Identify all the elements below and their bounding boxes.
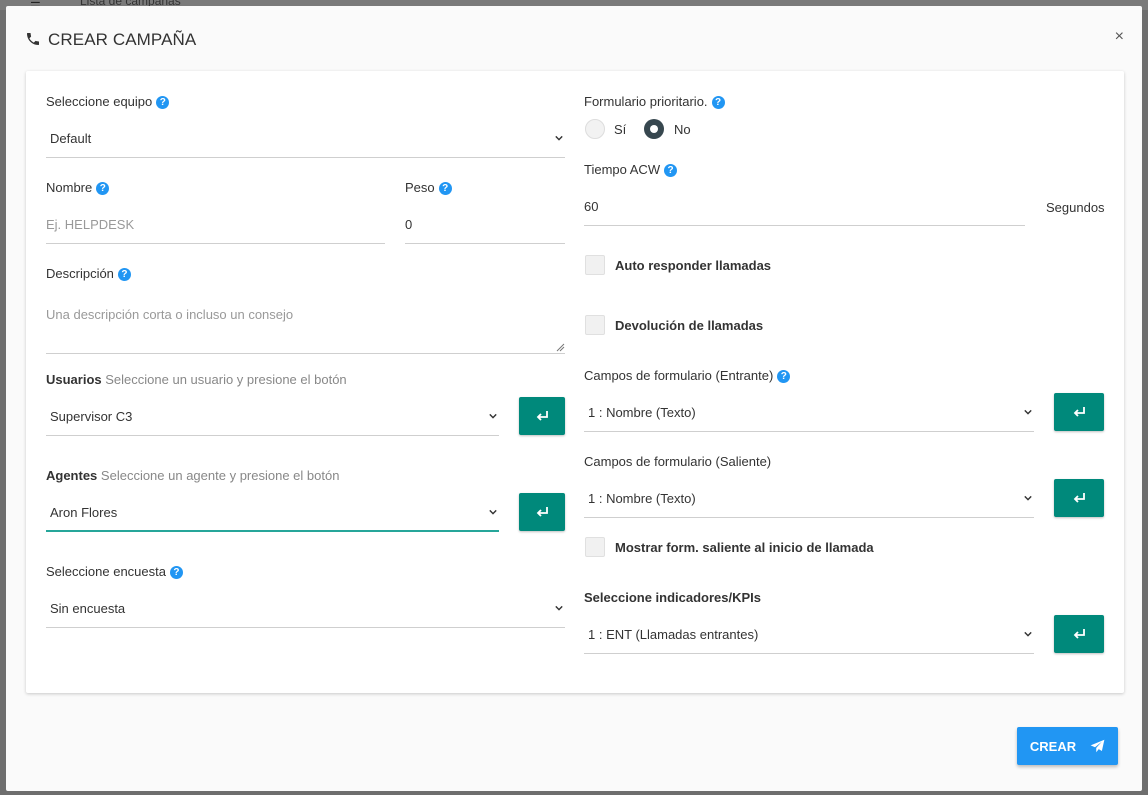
- agents-label: Agentes Seleccione un agente y presione …: [46, 468, 339, 483]
- priority-form-label-text: Formulario prioritario.: [584, 94, 708, 109]
- chevron-down-icon: [1024, 409, 1032, 415]
- description-label: Descripción?: [46, 266, 131, 281]
- kpis-value: 1 : ENT (Llamadas entrantes): [588, 627, 759, 642]
- help-icon[interactable]: ?: [438, 182, 452, 195]
- show-outbound-checkbox[interactable]: [585, 537, 605, 557]
- users-label: Usuarios Seleccione un usuario y presion…: [46, 372, 347, 387]
- auto-answer-checkbox[interactable]: [585, 255, 605, 275]
- weight-value: 0: [405, 217, 413, 232]
- enter-arrow-icon: [1073, 493, 1085, 503]
- survey-label-text: Seleccione encuesta: [46, 564, 166, 579]
- help-icon[interactable]: ?: [664, 164, 678, 177]
- weight-label-text: Peso: [405, 180, 435, 195]
- help-icon[interactable]: ?: [777, 370, 791, 383]
- inbound-fields-value: 1 : Nombre (Texto): [588, 405, 696, 420]
- acw-input[interactable]: 60: [584, 188, 1025, 226]
- acw-label: Tiempo ACW?: [584, 162, 678, 177]
- survey-select[interactable]: Sin encuesta: [46, 590, 565, 628]
- name-label-text: Nombre: [46, 180, 93, 195]
- paper-plane-icon: [1090, 739, 1105, 753]
- radio-yes-label[interactable]: Sí: [614, 122, 626, 137]
- close-button[interactable]: ×: [1115, 28, 1124, 46]
- show-outbound-label[interactable]: Mostrar form. saliente al inicio de llam…: [615, 540, 874, 555]
- agents-select-value: Aron Flores: [50, 505, 118, 520]
- agents-label-text: Agentes: [46, 468, 98, 483]
- resize-handle-icon[interactable]: [556, 343, 565, 352]
- inbound-fields-select[interactable]: 1 : Nombre (Texto): [584, 394, 1034, 432]
- create-campaign-modal: CREAR CAMPAÑA × Seleccione equipo? Defau…: [6, 6, 1142, 791]
- create-button-label: CREAR: [1029, 738, 1077, 754]
- weight-input[interactable]: 0: [405, 206, 565, 244]
- name-placeholder: Ej. HELPDESK: [46, 217, 135, 232]
- help-icon[interactable]: ?: [117, 268, 131, 281]
- chevron-down-icon: [489, 509, 497, 515]
- help-icon[interactable]: ?: [169, 566, 183, 579]
- enter-arrow-icon: [536, 507, 548, 517]
- add-kpi-button[interactable]: [1054, 615, 1104, 653]
- team-label: Seleccione equipo?: [46, 94, 170, 109]
- help-icon[interactable]: ?: [96, 182, 110, 195]
- chevron-down-icon: [1024, 495, 1032, 501]
- description-label-text: Descripción: [46, 266, 114, 281]
- survey-label: Seleccione encuesta?: [46, 564, 183, 579]
- team-select[interactable]: Default: [46, 120, 565, 158]
- description-textarea[interactable]: Una descripción corta o incluso un conse…: [46, 300, 565, 354]
- enter-arrow-icon: [1073, 629, 1085, 639]
- radio-no[interactable]: [644, 119, 664, 139]
- form-card: Seleccione equipo? Default Nombre? Ej. H…: [26, 71, 1124, 693]
- outbound-fields-label: Campos de formulario (Saliente): [584, 454, 771, 469]
- kpis-select[interactable]: 1 : ENT (Llamadas entrantes): [584, 616, 1034, 654]
- enter-arrow-icon: [1073, 407, 1085, 417]
- add-agent-button[interactable]: [519, 493, 565, 531]
- weight-label: Peso?: [405, 180, 452, 195]
- team-select-value: Default: [50, 131, 92, 146]
- inbound-fields-label-text: Campos de formulario (Entrante): [584, 368, 774, 383]
- outbound-fields-select[interactable]: 1 : Nombre (Texto): [584, 480, 1034, 518]
- users-select-value: Supervisor C3: [50, 409, 133, 424]
- outbound-fields-label-text: Campos de formulario (Saliente): [584, 454, 772, 469]
- create-button[interactable]: CREAR: [1017, 727, 1118, 765]
- auto-answer-label[interactable]: Auto responder llamadas: [615, 258, 771, 273]
- add-user-button[interactable]: [519, 397, 565, 435]
- help-icon[interactable]: ?: [711, 96, 725, 109]
- chevron-down-icon: [555, 135, 563, 141]
- add-inbound-field-button[interactable]: [1054, 393, 1104, 431]
- acw-unit: Segundos: [1046, 200, 1105, 215]
- inbound-fields-label: Campos de formulario (Entrante)?: [584, 368, 791, 383]
- callback-checkbox[interactable]: [585, 315, 605, 335]
- chevron-down-icon: [489, 413, 497, 419]
- users-select[interactable]: Supervisor C3: [46, 398, 499, 436]
- phone-icon: [27, 33, 39, 45]
- agents-hint: Seleccione un agente y presione el botón: [100, 468, 340, 483]
- survey-select-value: Sin encuesta: [50, 601, 126, 616]
- acw-label-text: Tiempo ACW: [584, 162, 661, 177]
- agents-select[interactable]: Aron Flores: [46, 494, 499, 532]
- kpis-label-text: Seleccione indicadores/KPIs: [584, 590, 762, 605]
- name-label: Nombre?: [46, 180, 110, 195]
- acw-value: 60: [584, 199, 599, 214]
- modal-header: CREAR CAMPAÑA ×: [6, 6, 1142, 68]
- description-placeholder: Una descripción corta o incluso un conse…: [46, 307, 294, 322]
- modal-title: CREAR CAMPAÑA: [48, 30, 197, 49]
- outbound-fields-value: 1 : Nombre (Texto): [588, 491, 696, 506]
- chevron-down-icon: [555, 605, 563, 611]
- chevron-down-icon: [1024, 631, 1032, 637]
- radio-no-label[interactable]: No: [674, 122, 691, 137]
- users-label-text: Usuarios: [46, 372, 102, 387]
- help-icon[interactable]: ?: [156, 96, 170, 109]
- team-label-text: Seleccione equipo: [46, 94, 153, 109]
- users-hint: Seleccione un usuario y presione el botó…: [105, 372, 347, 387]
- radio-yes[interactable]: [585, 119, 605, 139]
- priority-form-label: Formulario prioritario.?: [584, 94, 725, 109]
- callback-label[interactable]: Devolución de llamadas: [615, 318, 763, 333]
- kpis-label: Seleccione indicadores/KPIs: [584, 590, 761, 605]
- add-outbound-field-button[interactable]: [1054, 479, 1104, 517]
- enter-arrow-icon: [536, 411, 548, 421]
- name-input[interactable]: Ej. HELPDESK: [46, 206, 385, 244]
